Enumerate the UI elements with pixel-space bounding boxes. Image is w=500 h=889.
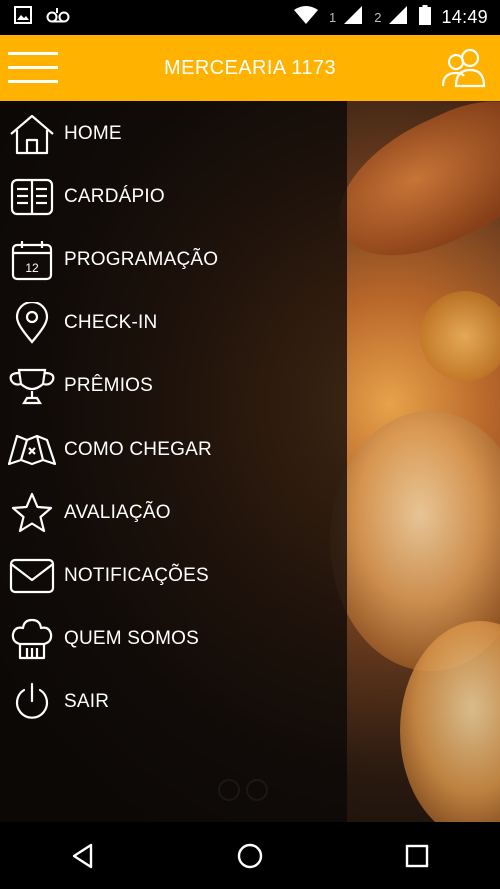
drawer-item-home[interactable]: HOME [0,102,347,165]
drawer-item-como-chegar[interactable]: COMO CHEGAR [0,418,347,481]
drawer-item-label: CHECK-IN [64,312,158,334]
background-photo [420,291,500,381]
drawer-item-label: HOME [64,122,122,144]
trophy-icon [7,364,57,408]
hamburger-menu-icon[interactable] [8,48,60,88]
drawer-item-check-in[interactable]: CHECK-IN [0,292,347,355]
sim2-label: 2 [374,10,382,25]
signal-icon [342,5,364,30]
calendar-icon-number: 12 [25,261,39,275]
map-icon [7,428,57,472]
drawer-item-label: NOTIFICAÇÕES [64,564,209,586]
chef-hat-icon [7,617,57,661]
drawer-item-label: PROGRAMAÇÃO [64,248,219,270]
wifi-icon [293,5,319,30]
sim1-label: 1 [328,10,337,25]
power-icon [7,680,57,724]
drawer-item-quem-somos[interactable]: QUEM SOMOS [0,608,347,671]
drawer-item-label: COMO CHEGAR [64,438,212,460]
status-time: 14:49 [441,7,488,27]
drawer-item-label: QUEM SOMOS [64,628,200,650]
voicemail-icon [46,6,70,29]
app-title: MERCEARIA 1173 [164,56,336,79]
drawer-item-label: AVALIAÇÃO [64,501,171,523]
recents-icon[interactable] [387,826,447,886]
users-icon[interactable] [440,46,488,90]
menu-book-icon [7,175,57,219]
drawer-item-notificacoes[interactable]: NOTIFICAÇÕES [0,544,347,607]
drawer-item-cardapio[interactable]: CARDÁPIO [0,165,347,228]
calendar-icon: 12 [7,238,57,282]
system-nav-bar [0,822,500,889]
home-circle-icon[interactable] [220,826,280,886]
drawer-item-premios[interactable]: PRÊMIOS [0,355,347,418]
status-bar: 1 2 14:49 [0,0,500,35]
drawer-item-label: PRÊMIOS [64,375,154,397]
envelope-icon [7,554,57,598]
star-icon [7,491,57,535]
drawer-item-sair[interactable]: SAIR [0,671,347,734]
home-icon [7,112,57,156]
drawer-item-avaliacao[interactable]: AVALIAÇÃO [0,481,347,544]
drawer-item-label: SAIR [64,691,110,713]
content-area: HOME CARDÁPIO 12 PROGRAMAÇÃO CHECK-IN PR… [0,101,500,822]
back-icon[interactable] [53,826,113,886]
location-pin-icon [7,301,57,345]
battery-icon [419,5,432,30]
drawer-item-programacao[interactable]: 12 PROGRAMAÇÃO [0,228,347,291]
app-bar: MERCEARIA 1173 [0,35,500,101]
signal-icon [387,5,409,30]
image-icon [14,6,32,29]
navigation-drawer: HOME CARDÁPIO 12 PROGRAMAÇÃO CHECK-IN PR… [0,101,347,822]
drawer-item-label: CARDÁPIO [64,185,165,207]
drawer-menu: HOME CARDÁPIO 12 PROGRAMAÇÃO CHECK-IN PR… [0,101,347,734]
